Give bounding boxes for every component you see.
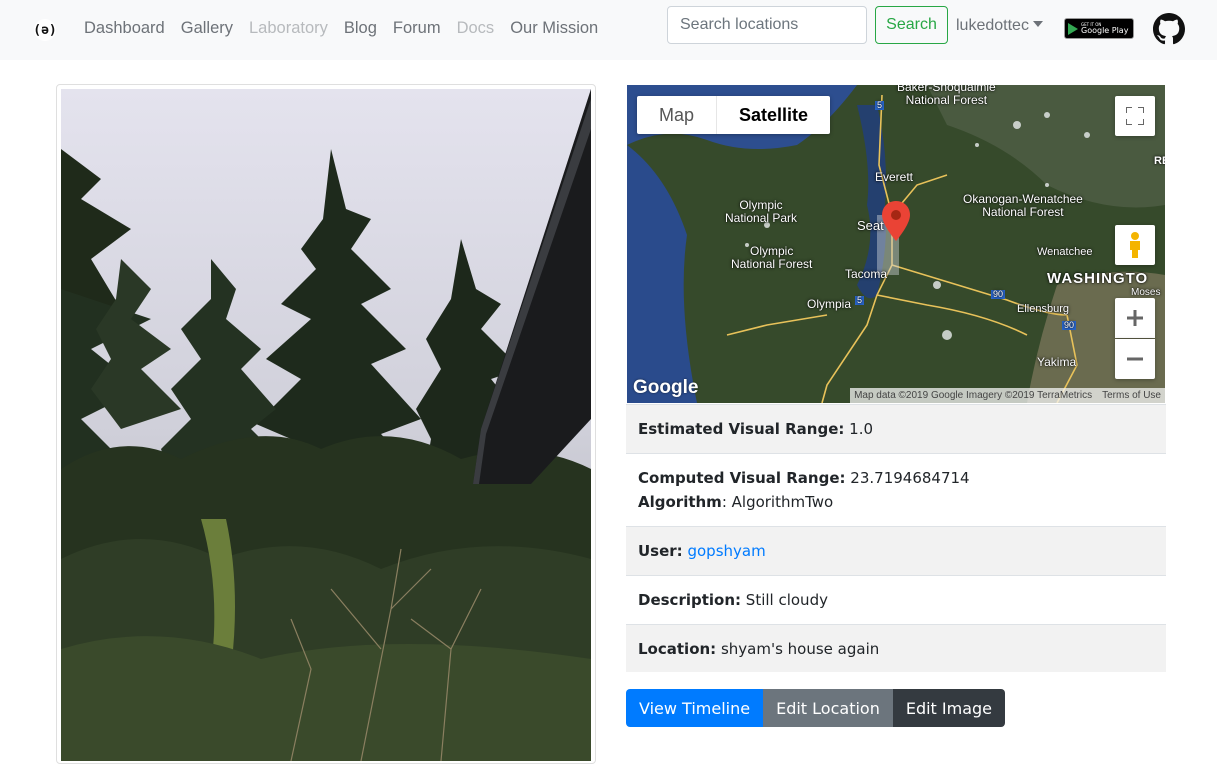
map-label-seattle: Seat [857,218,884,233]
map-label-snoqualmie: Baker-Snoqualmie National Forest [897,85,996,107]
fullscreen-icon [1126,107,1144,125]
minus-icon [1127,357,1143,361]
username-label: lukedottec [956,17,1029,34]
github-icon[interactable] [1153,13,1185,45]
map-type-toggle: Map Satellite [637,96,831,134]
action-button-group: View Timeline Edit Location Edit Image [626,689,1006,727]
user-dropdown[interactable]: lukedottec [956,17,1043,35]
observation-photo [61,89,591,761]
computed-visual-range-label: Computed Visual Range: [638,469,846,487]
interstate-90-shield: 90 [991,289,1006,300]
computed-visual-range-row: Computed Visual Range: 23.7194684714 Alg… [626,453,1166,526]
nav-link-laboratory: Laboratory [249,19,328,37]
user-label: User: [638,542,683,560]
play-store-icon [1068,22,1078,35]
pegman-icon [1130,232,1140,258]
edit-image-button[interactable]: Edit Image [892,689,1006,727]
location-marker-icon[interactable] [882,201,910,241]
interstate-5-shield: 5 [875,100,885,111]
estimated-visual-range-value: 1.0 [849,420,874,438]
map-label-olympic-nf: Olympic National Forest [731,244,813,271]
map-label-ellensburg: Ellensburg [1017,303,1069,315]
nav-link-gallery[interactable]: Gallery [181,19,233,38]
map-type-map-button[interactable]: Map [637,96,718,134]
interstate-5-shield-south: 5 [855,295,865,306]
nav-link-blog[interactable]: Blog [344,19,377,38]
caret-down-icon [1032,21,1043,27]
top-navbar: (ə) Dashboard Gallery Laboratory Blog Fo… [0,0,1217,60]
photo-card [56,84,596,764]
computed-visual-range-value: 23.7194684714 [850,469,970,487]
estimated-visual-range-label: Estimated Visual Range: [638,420,845,438]
fullscreen-button[interactable] [1115,96,1155,136]
algorithm-label: Algorithm [638,493,722,511]
google-play-badge[interactable]: GET IT ON Google Play [1064,18,1134,39]
map-attribution: Map data ©2019 Google Imagery ©2019 Terr… [850,388,1165,403]
map-attribution-text: Map data ©2019 Google Imagery ©2019 Terr… [854,390,1093,401]
user-row: User: gopshyam [626,526,1166,575]
location-row: Location: shyam's house again [626,624,1166,672]
map-label-olympic-np: Olympic National Park [725,198,798,225]
map-label-yakima: Yakima [1037,355,1077,369]
map-label-everett: Everett [875,170,914,184]
plus-icon [1127,310,1143,326]
terms-of-use-link[interactable]: Terms of Use [1102,390,1161,401]
nav-links: Dashboard Gallery Laboratory Blog Forum … [84,19,614,38]
map-label-tacoma: Tacoma [845,267,888,281]
google-play-badge-bottom: Google Play [1081,25,1129,35]
interstate-90-shield-east: 90 [1062,320,1077,331]
location-map[interactable]: Baker-Snoqualmie National Forest Everett … [627,85,1165,403]
google-logo: Google [633,377,699,398]
map-label-moses: Moses [1131,287,1161,298]
map-label-olympia: Olympia [807,297,852,311]
edit-location-button[interactable]: Edit Location [763,689,893,727]
estimated-visual-range-row: Estimated Visual Range: 1.0 [626,404,1166,453]
user-link[interactable]: gopshyam [687,542,765,560]
location-value: shyam's house again [720,639,880,658]
algorithm-value: AlgorithmTwo [731,493,834,511]
nav-link-forum[interactable]: Forum [393,19,441,38]
view-timeline-button[interactable]: View Timeline [626,689,764,727]
brand-logo-text: (ə) [33,22,57,38]
street-view-pegman-button[interactable] [1115,225,1155,265]
description-value: Still cloudy [745,591,828,609]
search-button[interactable]: Search [875,6,948,44]
map-type-satellite-button[interactable]: Satellite [717,96,830,134]
description-label: Description: [638,591,742,609]
map-label-okanogan: Okanogan-Wenatchee National Forest [963,192,1083,219]
nav-link-docs: Docs [456,19,495,37]
description-row: Description: Still cloudy [626,575,1166,624]
brand-logo[interactable]: (ə) [33,19,57,41]
observation-details: Estimated Visual Range: 1.0 Computed Vis… [626,404,1166,672]
map-label-re: RE [1154,155,1165,167]
zoom-in-button[interactable] [1115,298,1155,338]
nav-link-dashboard[interactable]: Dashboard [84,19,165,38]
search-locations-input[interactable] [667,6,867,44]
location-label: Location: [638,639,717,658]
zoom-out-button[interactable] [1115,339,1155,379]
photo-trees-illustration [61,89,591,761]
nav-link-our-mission[interactable]: Our Mission [510,19,598,38]
map-label-wenatchee: Wenatchee [1037,246,1093,258]
map-label-washington: WASHINGTO [1047,270,1149,287]
